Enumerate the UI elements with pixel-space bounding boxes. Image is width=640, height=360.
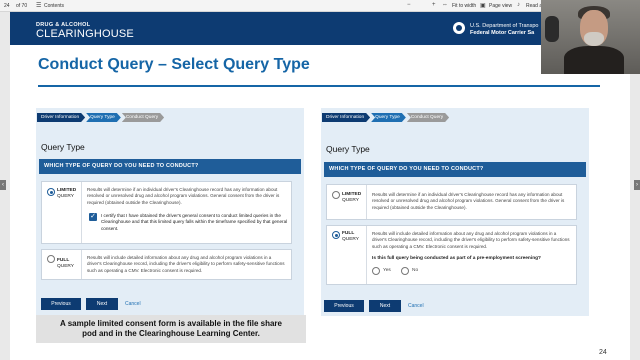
- breadcrumb: Driver Information Query Type Conduct Qu…: [322, 113, 450, 122]
- caption-line1: A sample limited consent form is availab…: [60, 319, 282, 328]
- section-title: Query Type: [41, 142, 85, 152]
- next-page-arrow-icon[interactable]: ›: [634, 180, 640, 190]
- limited-query-label: LIMITED QUERY: [57, 188, 77, 199]
- next-button[interactable]: Next: [369, 300, 401, 312]
- query-panel-full: Driver Information Query Type Conduct Qu…: [321, 108, 589, 316]
- page-view-icon[interactable]: ▣: [480, 2, 486, 9]
- slide: DRUG & ALCOHOL CLEARINGHOUSE U.S. Depart…: [10, 12, 630, 360]
- consent-checkbox[interactable]: ✓: [89, 213, 97, 221]
- yes-label: Yes: [383, 268, 391, 273]
- header-banner: DRUG & ALCOHOL CLEARINGHOUSE U.S. Depart…: [10, 12, 630, 45]
- no-label: No: [412, 268, 419, 273]
- full-query-option[interactable]: FULL QUERY Results will include detailed…: [41, 249, 292, 280]
- caption-box: A sample limited consent form is availab…: [36, 315, 306, 343]
- cancel-link[interactable]: Cancel: [408, 300, 424, 312]
- limited-query-option[interactable]: LIMITED QUERY Results will determine if …: [41, 181, 292, 244]
- previous-page-arrow-icon[interactable]: ‹: [0, 180, 6, 190]
- read-aloud-icon[interactable]: ♪: [517, 2, 520, 8]
- limited-query-option[interactable]: LIMITED QUERY Results will determine if …: [326, 184, 577, 220]
- question-bar: WHICH TYPE OF QUERY DO YOU NEED TO CONDU…: [324, 162, 586, 177]
- section-title: Query Type: [326, 144, 370, 154]
- contents-button[interactable]: Contents: [44, 3, 64, 9]
- page-total: of 70: [16, 3, 28, 9]
- agency-line1: U.S. Department of Transpo: [470, 23, 539, 29]
- limited-query-radio[interactable]: [332, 191, 340, 199]
- zoom-in-icon[interactable]: +: [432, 2, 436, 8]
- limited-query-description: Results will determine if an individual …: [372, 192, 565, 210]
- previous-button[interactable]: Previous: [324, 300, 364, 312]
- breadcrumb: Driver Information Query Type Conduct Qu…: [37, 113, 165, 122]
- crumb-query-type: Query Type: [371, 113, 406, 122]
- cancel-link[interactable]: Cancel: [125, 298, 141, 310]
- full-query-description: Results will include detailed informatio…: [372, 231, 570, 249]
- title-divider: [38, 85, 600, 87]
- crumb-conduct-query: Conduct Query: [122, 113, 164, 122]
- caption-line2: pod and in the Clearinghouse Learning Ce…: [82, 329, 260, 338]
- zoom-out-icon[interactable]: −: [407, 2, 411, 8]
- consent-certify-text: I certify that I have obtained the drive…: [101, 213, 288, 231]
- dot-seal-icon: [453, 22, 465, 34]
- limited-query-radio[interactable]: [47, 188, 55, 196]
- fit-width-button[interactable]: Fit to width: [452, 3, 476, 9]
- crumb-driver-information: Driver Information: [37, 113, 85, 122]
- limited-query-description: Results will determine if an individual …: [87, 187, 280, 205]
- no-radio[interactable]: [401, 267, 409, 275]
- full-query-label: FULL QUERY: [57, 258, 74, 269]
- full-query-radio[interactable]: [332, 231, 340, 239]
- page-current[interactable]: 24: [4, 3, 10, 9]
- full-query-label: FULL QUERY: [342, 231, 359, 242]
- crumb-conduct-query: Conduct Query: [407, 113, 449, 122]
- fit-width-icon[interactable]: ⇔: [442, 2, 448, 8]
- crumb-driver-information: Driver Information: [322, 113, 370, 122]
- presenter-webcam: [541, 0, 640, 74]
- headset-icon: [545, 16, 559, 42]
- logo-line2: CLEARINGHOUSE: [36, 28, 134, 40]
- slide-number: 24: [599, 349, 607, 356]
- full-query-radio[interactable]: [47, 255, 55, 263]
- full-query-option[interactable]: FULL QUERY Results will include detailed…: [326, 225, 577, 285]
- limited-query-label: LIMITED QUERY: [342, 192, 362, 203]
- next-button[interactable]: Next: [86, 298, 118, 310]
- agency-line2: Federal Motor Carrier Sa: [470, 30, 535, 36]
- yes-radio[interactable]: [372, 267, 380, 275]
- query-panel-limited: Driver Information Query Type Conduct Qu…: [36, 108, 304, 316]
- pre-employment-question: Is this full query being conducted as pa…: [372, 256, 541, 261]
- slide-title: Conduct Query – Select Query Type: [38, 56, 310, 73]
- full-query-description: Results will include detailed informatio…: [87, 255, 285, 273]
- contents-icon[interactable]: ☰: [36, 2, 41, 9]
- previous-button[interactable]: Previous: [41, 298, 81, 310]
- crumb-query-type: Query Type: [86, 113, 121, 122]
- question-bar: WHICH TYPE OF QUERY DO YOU NEED TO CONDU…: [39, 159, 301, 174]
- page-view-button[interactable]: Page view: [489, 3, 512, 9]
